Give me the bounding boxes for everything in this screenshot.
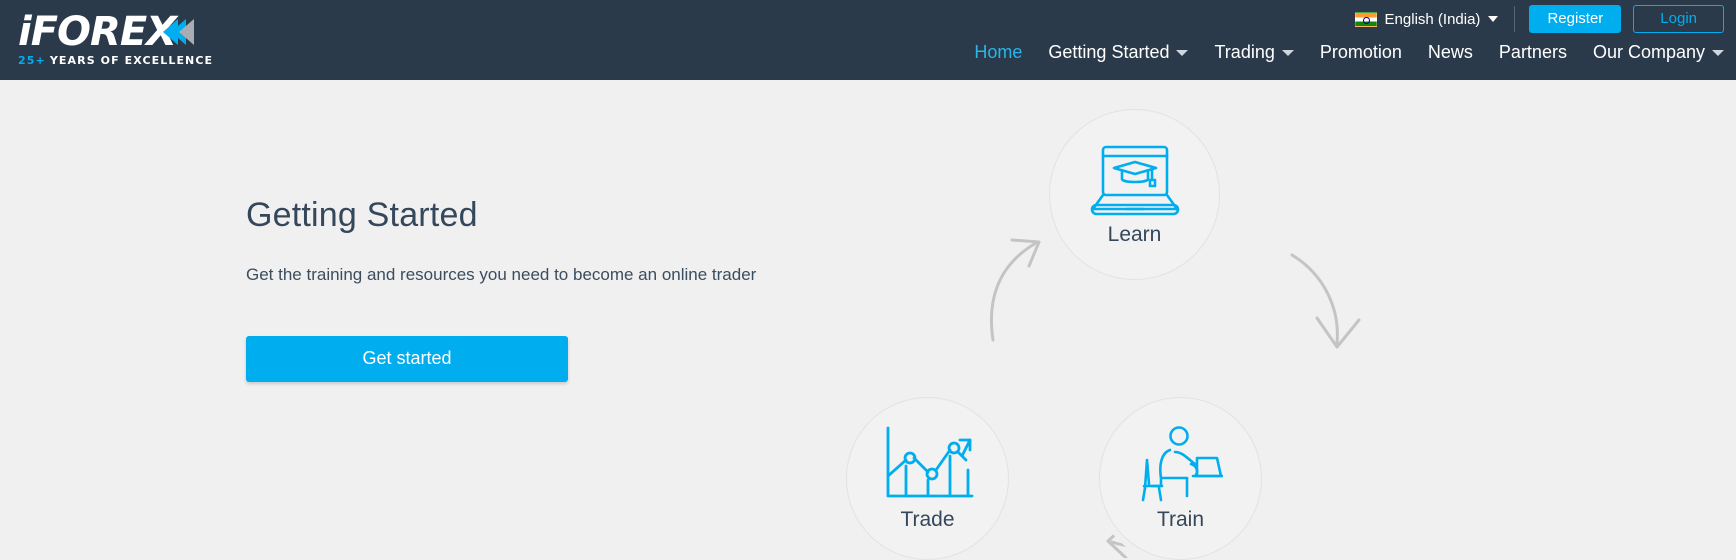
person-at-laptop-icon <box>1139 425 1224 502</box>
nav-item-promotion[interactable]: Promotion <box>1320 42 1402 63</box>
cycle-node-trade[interactable]: Trade <box>846 397 1009 560</box>
nav-item-our-company[interactable]: Our Company <box>1593 42 1724 63</box>
logo-tagline: 25+ YEARS OF EXCELLENCE <box>18 54 218 67</box>
chevron-down-icon <box>1176 49 1189 56</box>
nav-item-home[interactable]: Home <box>974 42 1022 63</box>
nav-label: Getting Started <box>1048 42 1170 62</box>
divider <box>1514 6 1516 32</box>
nav-label: Partners <box>1498 42 1567 62</box>
nav-item-partners[interactable]: Partners <box>1499 42 1567 63</box>
register-button[interactable]: Register <box>1529 5 1622 33</box>
india-flag-icon <box>1354 11 1377 27</box>
arrow-learn-to-train-path <box>1290 253 1339 345</box>
main-navigation: Home Getting Started Trading Promotion N… <box>974 42 1724 63</box>
logo-chevrons-icon <box>163 19 195 45</box>
logo-tagline-text: YEARS OF EXCELLENCE <box>49 54 214 67</box>
laptop-graduation-cap-icon <box>1089 143 1181 217</box>
cycle-node-label: Train <box>1156 507 1205 531</box>
arrow-trade-to-learn-path <box>989 241 1038 342</box>
learn-train-trade-cycle: Learn Train Trade <box>840 100 1400 560</box>
nav-item-getting-started[interactable]: Getting Started <box>1048 42 1189 63</box>
nav-item-news[interactable]: News <box>1428 42 1473 63</box>
language-selector[interactable]: English (India) <box>1354 10 1515 28</box>
nav-label: News <box>1427 42 1473 62</box>
header-utility-bar: English (India) Register Login <box>1354 5 1724 33</box>
site-header: iFOREX 25+ YEARS OF EXCELLENCE English (… <box>0 0 1736 80</box>
chart-uptrend-icon <box>882 426 974 502</box>
cycle-node-label: Learn <box>1107 222 1162 246</box>
logo-tagline-years: 25+ <box>18 54 46 67</box>
nav-label: Promotion <box>1319 42 1402 62</box>
cycle-node-learn[interactable]: Learn <box>1049 109 1220 280</box>
logo-word-text: iFOREX <box>18 9 177 55</box>
page-title: Getting Started <box>246 196 478 234</box>
nav-item-trading[interactable]: Trading <box>1214 42 1294 63</box>
login-button[interactable]: Login <box>1633 5 1724 33</box>
chevron-down-icon <box>1281 49 1294 56</box>
logo-wordmark: iFOREX <box>18 12 218 52</box>
cycle-node-label: Trade <box>900 507 955 531</box>
iforex-logo[interactable]: iFOREX 25+ YEARS OF EXCELLENCE <box>18 12 218 70</box>
nav-label: Trading <box>1214 42 1275 62</box>
nav-label: Home <box>974 42 1023 62</box>
language-label: English (India) <box>1384 10 1481 28</box>
chevron-down-icon <box>1488 16 1499 22</box>
cycle-node-train[interactable]: Train <box>1099 397 1262 560</box>
get-started-button[interactable]: Get started <box>246 335 568 382</box>
page-subtitle: Get the training and resources you need … <box>246 265 757 284</box>
hero-copy: Getting Started Get the training and res… <box>246 196 806 382</box>
nav-label: Our Company <box>1592 42 1705 62</box>
chevron-down-icon <box>1712 49 1724 56</box>
